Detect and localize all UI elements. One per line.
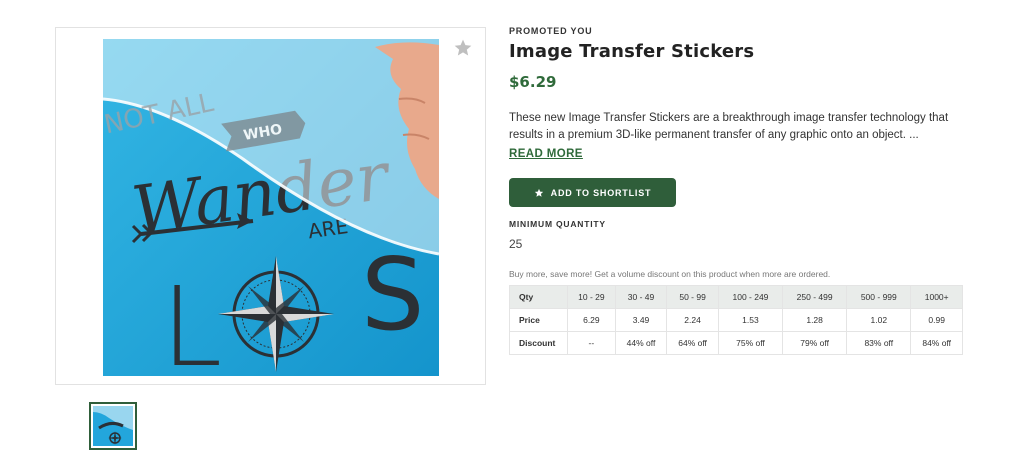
- product-gallery: Wander ARE L S NOT ALL WHO: [55, 27, 486, 385]
- table-header-row: Qty 10 - 29 30 - 49 50 - 99 100 - 249 25…: [509, 285, 963, 309]
- minimum-quantity-label: MINIMUM QUANTITY: [509, 219, 606, 229]
- table-row: Price 6.29 3.49 2.24 1.53 1.28 1.02 0.99: [509, 308, 963, 332]
- table-cell: 1.02: [846, 308, 912, 332]
- table-cell: 1.28: [782, 308, 848, 332]
- svg-text:S: S: [361, 236, 424, 353]
- table-cell: 64% off: [666, 331, 719, 355]
- volume-discount-note: Buy more, save more! Get a volume discou…: [509, 269, 831, 279]
- table-cell: 83% off: [846, 331, 912, 355]
- table-header-cell: 100 - 249: [717, 285, 784, 309]
- table-header-cell: Qty: [509, 285, 568, 309]
- product-title: Image Transfer Stickers: [509, 41, 755, 62]
- favorite-star-icon[interactable]: [453, 38, 473, 58]
- product-image[interactable]: Wander ARE L S NOT ALL WHO: [103, 39, 439, 376]
- svg-text:L: L: [161, 263, 222, 376]
- table-cell: 3.49: [614, 308, 668, 332]
- table-cell: 6.29: [567, 308, 616, 332]
- add-to-shortlist-label: ADD TO SHORTLIST: [550, 187, 652, 198]
- table-header-cell: 250 - 499: [782, 285, 848, 309]
- table-cell: 84% off: [910, 331, 963, 355]
- table-header-cell: 50 - 99: [666, 285, 719, 309]
- thumbnail-image: [93, 406, 133, 446]
- product-info: PROMOTED YOU Image Transfer Stickers $6.…: [509, 26, 969, 355]
- table-cell: 0.99: [910, 308, 963, 332]
- volume-pricing-table: Qty 10 - 29 30 - 49 50 - 99 100 - 249 25…: [509, 285, 963, 355]
- minimum-quantity-value: 25: [509, 237, 523, 251]
- table-header-cell: 10 - 29: [567, 285, 616, 309]
- table-row-label: Price: [509, 308, 568, 332]
- brand-eyebrow: PROMOTED YOU: [509, 26, 593, 36]
- product-description: These new Image Transfer Stickers are a …: [509, 112, 949, 141]
- table-cell: 75% off: [717, 331, 784, 355]
- product-price: $6.29: [509, 73, 557, 91]
- gallery-thumbnail[interactable]: [89, 402, 137, 450]
- table-header-cell: 1000+: [910, 285, 963, 309]
- table-cell: 44% off: [614, 331, 668, 355]
- table-cell: 2.24: [666, 308, 719, 332]
- table-row: Discount -- 44% off 64% off 75% off 79% …: [509, 331, 963, 355]
- table-row-label: Discount: [509, 331, 568, 355]
- table-cell: 1.53: [717, 308, 784, 332]
- table-header-cell: 30 - 49: [614, 285, 668, 309]
- table-cell: 79% off: [782, 331, 848, 355]
- add-to-shortlist-button[interactable]: ADD TO SHORTLIST: [509, 178, 676, 207]
- star-icon: [534, 188, 543, 197]
- table-header-cell: 500 - 999: [846, 285, 912, 309]
- read-more-link[interactable]: READ MORE: [509, 148, 583, 160]
- table-cell: --: [567, 331, 616, 355]
